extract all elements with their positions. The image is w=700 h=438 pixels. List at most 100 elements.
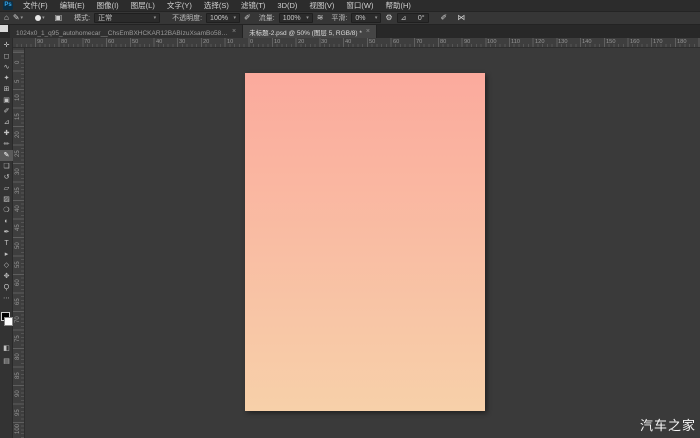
ruler-label: 65	[15, 297, 21, 305]
ruler-label: 180	[676, 39, 687, 45]
menu-item[interactable]: 视图(V)	[303, 0, 340, 12]
brush-angle-field[interactable]: ⊿ 0°	[396, 13, 429, 23]
ruler-tool[interactable]: ⊿	[0, 117, 13, 128]
ruler-label: 70	[15, 316, 21, 323]
flow-label: 流量:	[258, 15, 275, 22]
brush-panel-toggle-icon[interactable]: ▣	[55, 12, 63, 24]
ruler-label: 120	[534, 39, 545, 45]
smoothing-select[interactable]: 0% ▾	[351, 13, 382, 23]
menu-item[interactable]: 滤镜(T)	[235, 0, 272, 12]
menu-item[interactable]: 图层(L)	[125, 0, 161, 12]
pen-tool[interactable]: ✒	[0, 227, 13, 238]
opacity-value: 100%	[210, 14, 228, 22]
menu-item[interactable]: 选择(S)	[198, 0, 235, 12]
background-color-swatch[interactable]	[4, 317, 13, 326]
brush-preset-picker[interactable]: ✎ ▾	[13, 12, 23, 24]
ruler-label: 140	[582, 39, 592, 45]
ruler-label: 60	[108, 39, 115, 45]
document-tab[interactable]: 1024x0_1_q95_autohomecar__ChsEmBXHCKAR12…	[10, 25, 244, 38]
blend-mode-value: 正常	[98, 15, 113, 22]
path-selection-tool[interactable]: ▸	[0, 249, 13, 260]
close-icon[interactable]: ×	[366, 28, 370, 35]
ruler-label: 50	[15, 242, 21, 249]
vertical-ruler[interactable]: 0 5 10 15 20 25 30 35 40 45 50 55 60 65 70 75 80 85 90 95 10…	[13, 48, 25, 438]
spot-healing-brush-tool[interactable]: ✚	[0, 128, 13, 139]
ruler-label: 80	[60, 39, 68, 45]
color-swatches[interactable]	[0, 308, 13, 328]
chevron-down-icon: ▾	[42, 15, 45, 21]
ruler-label: 80	[439, 39, 447, 45]
menu-item[interactable]: 3D(D)	[271, 0, 303, 12]
tools-panel: ◧ ▤ ✛ ◻ ∿ ✦ ⊞ ▣ ✐ ⊿ ✚ ✏ ✎ ❏ ↺ ▱ ▨ ❍ ◐ ✒ T ▸ ◇ ✥ Ϙ ⋯	[0, 38, 13, 438]
document-tab[interactable]: 未标题-2.psd @ 50% (图层 5, RGB/8) * ×	[243, 25, 377, 38]
screen-mode-button[interactable]: ▤	[0, 356, 13, 367]
close-icon[interactable]: ×	[232, 28, 236, 35]
app-logo-icon[interactable]: Ps	[3, 1, 13, 10]
rectangular-marquee-tool[interactable]: ◻	[0, 51, 13, 62]
airbrush-icon[interactable]: ≋	[317, 12, 324, 24]
ruler-label: 100	[487, 39, 497, 45]
home-icon[interactable]: ⌂	[4, 12, 9, 24]
brush-tip-preview	[35, 15, 42, 21]
quick-selection-tool[interactable]: ✦	[0, 73, 13, 84]
ruler-label: 60	[392, 39, 399, 45]
type-tool[interactable]: T	[0, 238, 13, 249]
crop-tool[interactable]: ⊞	[0, 84, 13, 95]
ruler-label: 50	[131, 39, 139, 45]
brush-tip-picker[interactable]: ▾	[35, 15, 45, 21]
symmetry-icon[interactable]: ⋈	[457, 12, 465, 24]
ruler-label: 50	[368, 39, 376, 45]
horizontal-ruler[interactable]: 90 80 70 60 50 40 30 20 10 0 10 20 30 40 50 60 70 80 90 100…	[13, 38, 700, 48]
move-tool[interactable]: ✛	[0, 40, 13, 51]
eyedropper-tool[interactable]: ✐	[0, 106, 13, 117]
gradient-tool[interactable]: ▨	[0, 194, 13, 205]
watermark: 汽车之家	[639, 418, 696, 433]
ruler-label: 40	[345, 39, 352, 45]
document-canvas[interactable]	[245, 73, 485, 411]
menu-item[interactable]: 窗口(W)	[340, 0, 379, 12]
ruler-label: 90	[15, 390, 21, 397]
chevron-down-icon: ▾	[20, 15, 24, 21]
document-tab-bar: 1024x0_1_q95_autohomecar__ChsEmBXHCKAR12…	[0, 25, 700, 38]
ruler-label: 15	[15, 112, 21, 120]
gear-icon[interactable]: ⚙	[385, 12, 392, 24]
chevron-down-icon: ▾	[306, 15, 309, 21]
dodge-tool[interactable]: ◐	[0, 216, 13, 227]
quick-mask-button[interactable]: ◧	[0, 343, 13, 354]
history-brush-tool[interactable]: ↺	[0, 172, 13, 183]
toolbar-more[interactable]: ⋯	[0, 293, 13, 304]
flow-select[interactable]: 100% ▾	[278, 13, 313, 23]
opacity-select[interactable]: 100% ▾	[206, 13, 241, 23]
shape-tool[interactable]: ◇	[0, 260, 13, 271]
pencil-tool[interactable]: ✏	[0, 139, 13, 150]
brush-tool[interactable]: ✎	[0, 150, 13, 161]
chevron-down-icon: ▾	[233, 15, 237, 21]
menu-item[interactable]: 图像(I)	[91, 0, 125, 12]
smoothing-label: 平滑:	[331, 15, 348, 22]
blur-tool[interactable]: ❍	[0, 205, 13, 216]
clone-stamp-tool[interactable]: ❏	[0, 161, 13, 172]
zoom-tool[interactable]: Ϙ	[0, 282, 13, 293]
chevron-down-icon: ▾	[374, 15, 378, 21]
pressure-size-icon[interactable]: ✐	[441, 12, 448, 24]
pressure-opacity-icon[interactable]: ✐	[244, 12, 251, 24]
menu-item[interactable]: 文字(Y)	[161, 0, 198, 12]
chevron-down-icon: ▾	[153, 15, 157, 21]
menu-item[interactable]: 文件(F)	[17, 0, 54, 12]
ruler-label: 170	[653, 39, 663, 45]
blend-mode-select[interactable]: 正常 ▾	[94, 13, 161, 23]
ruler-label: 10	[226, 39, 233, 45]
ruler-label: 30	[179, 39, 186, 45]
ruler-label: 20	[15, 131, 21, 138]
menu-item[interactable]: 帮助(H)	[380, 0, 417, 12]
hand-tool[interactable]: ✥	[0, 271, 13, 282]
frame-tool[interactable]: ▣	[0, 95, 13, 106]
lasso-tool[interactable]: ∿	[0, 62, 13, 73]
menu-item[interactable]: 编辑(E)	[54, 0, 91, 12]
eraser-tool[interactable]: ▱	[0, 183, 13, 194]
ruler-label: 20	[202, 39, 210, 45]
ruler-label: 25	[15, 149, 21, 157]
ruler-label: 40	[15, 205, 21, 212]
ruler-label: 150	[605, 39, 616, 45]
pasteboard[interactable]: 汽车之家	[25, 48, 700, 438]
